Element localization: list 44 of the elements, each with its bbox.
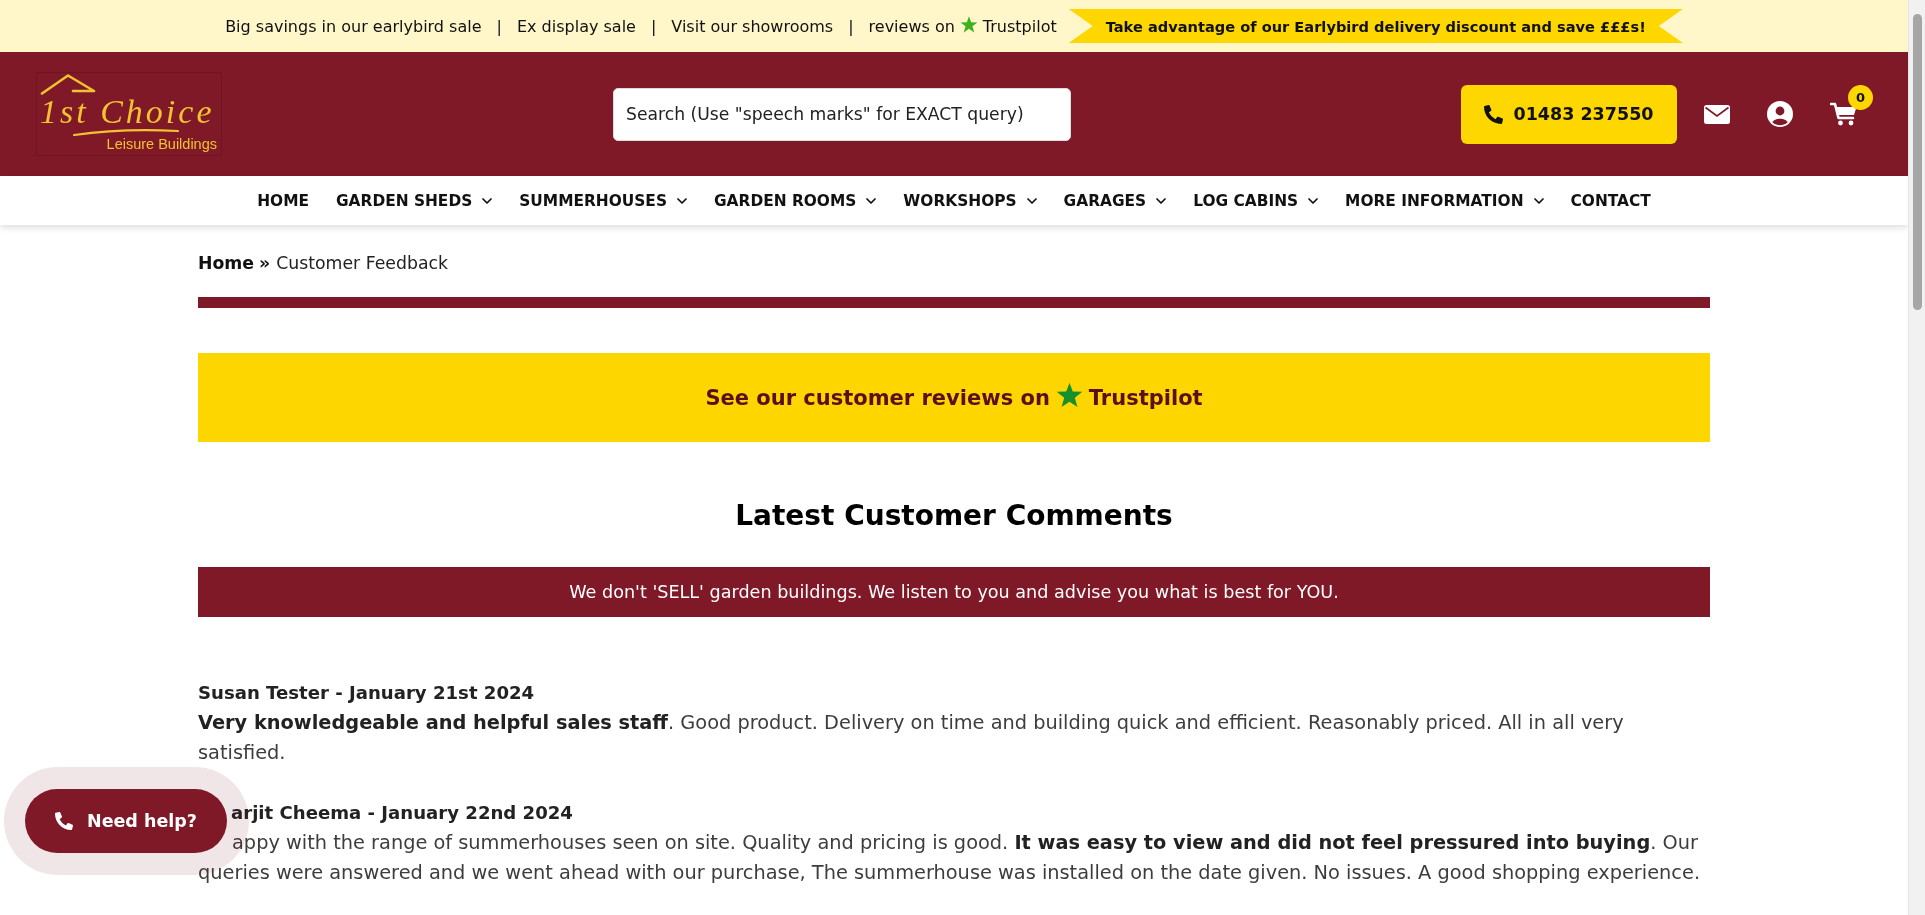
promo-link[interactable]: Visit our showrooms <box>671 16 834 36</box>
breadcrumb-current: Customer Feedback <box>276 252 448 275</box>
logo-title: 1st Choice <box>40 95 216 128</box>
nav-link[interactable]: GARAGES <box>1063 191 1167 210</box>
comment-author: Susan Tester - January 21st 2024 <box>198 681 536 705</box>
nav-link[interactable]: WORKSHOPS <box>903 191 1037 210</box>
nav-link[interactable]: HOME <box>257 191 309 210</box>
promo-link[interactable]: Big savings in our earlybird sale <box>225 16 482 36</box>
separator: | <box>496 16 502 36</box>
comment-text: Very knowledgeable and helpful sales staff. Good product. Delivery on time and building quick and efficient. Reasonably priced. All in all very satisfied. <box>198 710 1625 766</box>
phone-icon <box>55 812 73 830</box>
breadcrumb-separator: » <box>259 252 271 275</box>
reviews-banner[interactable]: See our customer reviews on Trustpilot <box>198 353 1710 442</box>
phone-button[interactable]: 01483 237550 <box>1461 84 1677 144</box>
trustpilot-link[interactable]: reviews on Trustpilot <box>868 16 1057 36</box>
motto-banner: We don't 'SELL' garden buildings. We listen to you and advise you what is best for YOU. <box>198 567 1710 617</box>
promo-link[interactable]: Ex display sale <box>516 16 636 36</box>
logo-subtitle: Leisure Buildings <box>106 136 217 153</box>
cart-icon[interactable] <box>1830 102 1858 126</box>
breadcrumb-link[interactable]: Home <box>198 251 255 275</box>
logo[interactable]: 1st Choice Leisure Buildings <box>36 72 222 156</box>
promo-ribbon[interactable]: Take advantage of our Earlybird delivery discount and save £££s! <box>1068 9 1683 43</box>
roof-icon <box>40 74 96 95</box>
section-heading: Latest Customer Comments <box>734 498 1174 534</box>
need-help-button[interactable]: Need help? <box>25 789 227 853</box>
nav-link[interactable]: GARDEN SHEDS <box>336 191 493 210</box>
nav-link[interactable]: SUMMERHOUSES <box>519 191 687 210</box>
scrollbar[interactable] <box>1908 0 1925 915</box>
nav-link[interactable]: LOG CABINS <box>1193 191 1319 210</box>
cart-count-badge: 0 <box>1848 85 1873 110</box>
comment-author: arjit Cheema - January 22nd 2024 <box>230 801 574 825</box>
mail-icon[interactable] <box>1704 104 1730 124</box>
star-icon <box>959 16 978 33</box>
separator: | <box>848 16 854 36</box>
phone-icon <box>1484 104 1504 124</box>
swoosh-icon <box>73 128 179 136</box>
star-icon <box>1055 381 1083 408</box>
nav-link[interactable]: GARDEN ROOMS <box>714 191 877 210</box>
nav-link[interactable]: CONTACT <box>1570 191 1651 210</box>
separator: | <box>650 16 657 36</box>
user-icon[interactable] <box>1767 101 1793 127</box>
search-field[interactable]: Search (Use "speech marks" for EXACT query) <box>613 87 1071 141</box>
scrollbar-thumb[interactable] <box>1912 14 1922 310</box>
nav-link[interactable]: MORE INFORMATION <box>1345 191 1544 210</box>
